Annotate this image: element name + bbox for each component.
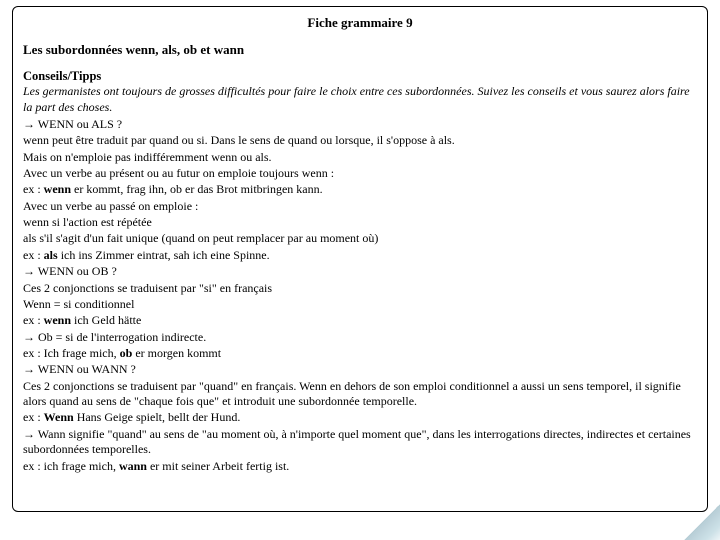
example-rest: Hans Geige spielt, bellt der Hund. — [74, 410, 241, 424]
body-line: ex : als ich ins Zimmer eintrat, sah ich… — [23, 248, 697, 263]
example-rest: ich ins Zimmer eintrat, sah ich eine Spi… — [58, 248, 270, 262]
body-line: → Wann signifie "quand" au sens de "au m… — [23, 427, 697, 458]
body-line: Wenn = si conditionnel — [23, 297, 697, 312]
body-line: → WENN ou ALS ? — [23, 117, 697, 132]
example-prefix: ex : — [23, 248, 44, 262]
example-keyword: wenn — [44, 182, 71, 196]
doc-subtitle: Les subordonnées wenn, als, ob et wann — [23, 42, 697, 59]
body-line: wenn si l'action est répétée — [23, 215, 697, 230]
body-line: ex : wenn er kommt, frag ihn, ob er das … — [23, 182, 697, 197]
section-heading: Conseils/Tipps — [23, 68, 697, 84]
example-rest: er mit seiner Arbeit fertig ist. — [147, 459, 289, 473]
example-rest: er morgen kommt — [132, 346, 221, 360]
body-line: Mais on n'emploie pas indifféremment wen… — [23, 150, 697, 165]
body-line: ex : Wenn Hans Geige spielt, bellt der H… — [23, 410, 697, 425]
example-keyword: wenn — [44, 313, 71, 327]
example-prefix: ex : ich frage mich, — [23, 459, 119, 473]
example-prefix: ex : Ich frage mich, — [23, 346, 120, 360]
body-line: ex : wenn ich Geld hätte — [23, 313, 697, 328]
document-frame: Fiche grammaire 9 Les subordonnées wenn,… — [12, 6, 708, 512]
body-line: Avec un verbe au passé on emploie : — [23, 199, 697, 214]
body-line: → Ob = si de l'interrogation indirecte. — [23, 330, 697, 345]
doc-title: Fiche grammaire 9 — [23, 15, 697, 32]
example-rest: ich Geld hätte — [71, 313, 141, 327]
body-line: ex : ich frage mich, wann er mit seiner … — [23, 459, 697, 474]
example-keyword: Wenn — [44, 410, 74, 424]
body-line: ex : Ich frage mich, ob er morgen kommt — [23, 346, 697, 361]
example-keyword: als — [44, 248, 58, 262]
body-line: Ces 2 conjonctions se traduisent par "si… — [23, 281, 697, 296]
example-prefix: ex : — [23, 313, 44, 327]
example-keyword: wann — [119, 459, 147, 473]
example-rest: er kommt, frag ihn, ob er das Brot mitbr… — [71, 182, 323, 196]
body-line: Ces 2 conjonctions se traduisent par "qu… — [23, 379, 697, 410]
intro-text: Les germanistes ont toujours de grosses … — [23, 84, 697, 115]
body-line: Avec un verbe au présent ou au futur on … — [23, 166, 697, 181]
body-line: → WENN ou WANN ? — [23, 362, 697, 377]
body-line: wenn peut être traduit par quand ou si. … — [23, 133, 697, 148]
page-curl-icon — [684, 504, 720, 540]
example-keyword: ob — [120, 346, 133, 360]
example-prefix: ex : — [23, 182, 44, 196]
example-prefix: ex : — [23, 410, 44, 424]
body-line: als s'il s'agit d'un fait unique (quand … — [23, 231, 697, 246]
body-line: → WENN ou OB ? — [23, 264, 697, 279]
